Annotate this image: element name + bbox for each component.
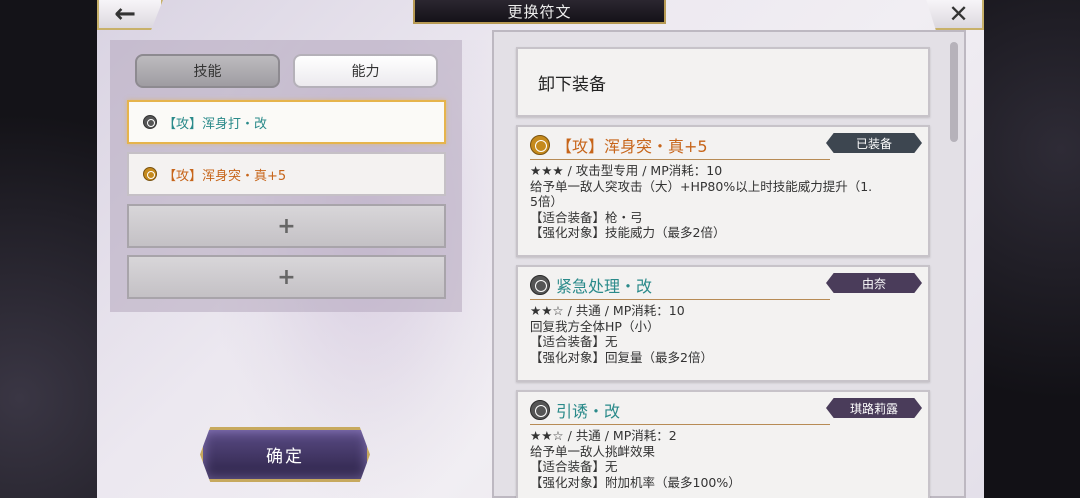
rune-enhance: 【强化对象】回复量（最多2倍） — [530, 349, 713, 365]
rune-gold-icon — [143, 167, 157, 181]
unequip-button[interactable]: 卸下装备 — [516, 47, 930, 117]
rune-gray-icon — [530, 400, 550, 420]
rune-equip-type: 【适合装备】枪・弓 — [530, 209, 643, 225]
rune-gray-icon — [530, 275, 550, 295]
rune-slot-1[interactable]: 【攻】浑身打・改 — [127, 100, 446, 144]
rune-equip-type: 【适合装备】无 — [530, 334, 618, 349]
plus-icon: + — [277, 264, 296, 290]
rune-gold-icon — [530, 135, 550, 155]
rune-name: 引诱・改 — [556, 402, 621, 421]
plus-icon: + — [277, 213, 296, 239]
rune-slot-label: 【攻】浑身突・真+5 — [163, 168, 287, 184]
rune-card[interactable]: 引诱・改 琪路莉露 ★★☆ / 共通 / MP消耗：2 给予单一敌人挑衅效果 【… — [516, 390, 930, 498]
character-badge: 由奈 — [826, 273, 922, 293]
rune-card-title: 引诱・改 — [530, 398, 830, 425]
rune-card-title: 紧急处理・改 — [530, 273, 830, 300]
rune-slot-3-empty[interactable]: + — [127, 204, 446, 248]
back-arrow-icon: ← — [114, 0, 136, 29]
rune-stats: ★★★ / 攻击型专用 / MP消耗：10 — [530, 163, 723, 178]
rune-card-title: 【攻】浑身突・真+5 — [530, 133, 830, 160]
confirm-button[interactable]: 确定 — [200, 427, 370, 482]
rune-stats: ★★☆ / 共通 / MP消耗：2 — [530, 428, 677, 443]
equipped-badge: 已装备 — [826, 133, 922, 153]
rune-slot-4-empty[interactable]: + — [127, 255, 446, 299]
tab-skill[interactable]: 技能 — [135, 54, 280, 88]
rune-name: 【攻】浑身突・真+5 — [556, 137, 708, 156]
rune-slot-2[interactable]: 【攻】浑身突・真+5 — [127, 152, 446, 196]
rune-gray-icon — [143, 115, 157, 129]
scrollbar[interactable] — [950, 42, 958, 142]
page-title: 更换符文 — [413, 0, 666, 24]
right-backdrop — [984, 0, 1080, 498]
character-badge: 琪路莉露 — [826, 398, 922, 418]
rune-enhance: 【强化对象】附加机率（最多100%） — [530, 474, 741, 490]
tab-ability[interactable]: 能力 — [293, 54, 438, 88]
rune-effect-cont: 5倍） — [530, 194, 563, 209]
rune-card[interactable]: 紧急处理・改 由奈 ★★☆ / 共通 / MP消耗：10 回复我方全体HP（小）… — [516, 265, 930, 382]
rune-effect: 给予单一敌人挑衅效果 — [530, 443, 656, 459]
left-backdrop — [0, 0, 97, 498]
rune-enhance: 【强化对象】技能威力（最多2倍） — [530, 225, 726, 240]
rune-name: 紧急处理・改 — [556, 277, 653, 296]
close-icon: ✕ — [948, 0, 969, 28]
rune-card[interactable]: 【攻】浑身突・真+5 已装备 ★★★ / 攻击型专用 / MP消耗：10 给予单… — [516, 125, 930, 257]
rune-effect: 给予单一敌人突攻击（大）+HP80%以上时技能威力提升（1. — [530, 178, 873, 194]
rune-effect: 回复我方全体HP（小） — [530, 318, 660, 334]
rune-stats: ★★☆ / 共通 / MP消耗：10 — [530, 303, 685, 318]
rune-slot-label: 【攻】浑身打・改 — [163, 116, 268, 132]
rune-equip-type: 【适合装备】无 — [530, 459, 618, 474]
